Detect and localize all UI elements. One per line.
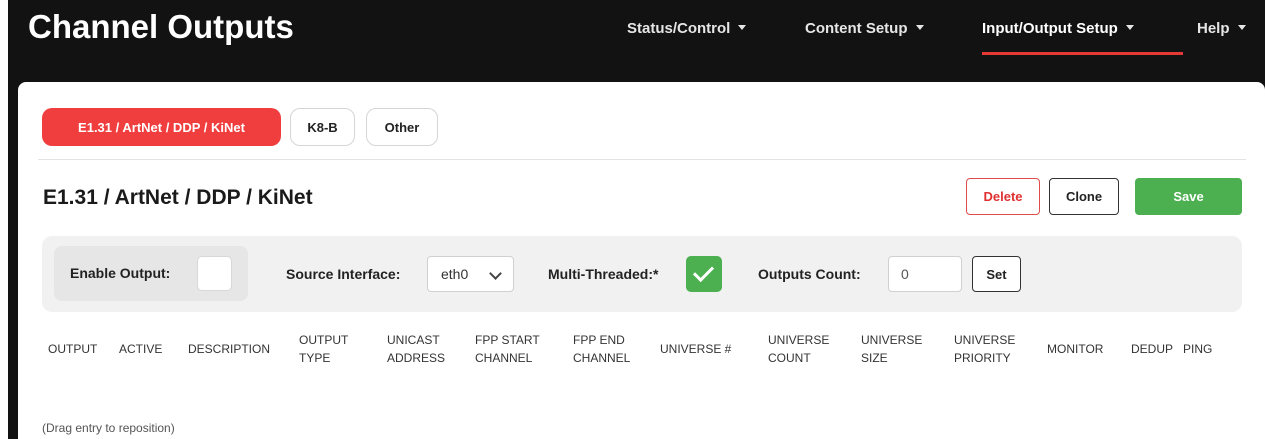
th-dedup[interactable]: DEDUP xyxy=(1131,340,1173,358)
caret-down-icon xyxy=(738,25,747,30)
nav-input-output-setup-label: Input/Output Setup xyxy=(982,20,1118,37)
multi-threaded-label: Multi-Threaded:* xyxy=(548,266,659,282)
nav-input-output-setup[interactable]: Input/Output Setup xyxy=(982,20,1134,37)
multi-threaded-checkbox[interactable] xyxy=(686,256,722,292)
source-interface-label: Source Interface: xyxy=(286,266,401,282)
drag-hint: (Drag entry to reposition) xyxy=(42,421,175,435)
set-button[interactable]: Set xyxy=(972,256,1021,292)
th-fpp-start-channel[interactable]: FPP START CHANNEL xyxy=(475,331,540,367)
clone-button[interactable]: Clone xyxy=(1049,178,1119,215)
source-interface-value: eth0 xyxy=(441,266,469,282)
caret-down-icon xyxy=(915,25,924,30)
nav-help[interactable]: Help xyxy=(1197,20,1246,37)
tab-divider xyxy=(38,159,1246,160)
nav-help-label: Help xyxy=(1197,20,1230,37)
delete-button[interactable]: Delete xyxy=(966,178,1040,215)
th-description[interactable]: DESCRIPTION xyxy=(188,340,270,358)
nav-content-setup-label: Content Setup xyxy=(805,20,908,37)
caret-down-icon xyxy=(1237,25,1246,30)
content-card: E1.31 / ArtNet / DDP / KiNet K8-B Other … xyxy=(18,82,1265,439)
th-ping[interactable]: PING xyxy=(1183,340,1212,358)
output-settings-panel: Enable Output: Source Interface: eth0 Mu… xyxy=(42,236,1242,312)
nav-content-setup[interactable]: Content Setup xyxy=(805,20,924,37)
th-universe-count[interactable]: UNIVERSE COUNT xyxy=(768,331,829,367)
th-universe-size[interactable]: UNIVERSE SIZE xyxy=(861,331,922,367)
nav-status-control[interactable]: Status/Control xyxy=(627,20,747,37)
nav-status-control-label: Status/Control xyxy=(627,20,731,37)
active-nav-indicator xyxy=(982,52,1183,55)
tab-e131-artnet-ddp-kinet[interactable]: E1.31 / ArtNet / DDP / KiNet xyxy=(42,108,281,146)
th-universe-priority[interactable]: UNIVERSE PRIORITY xyxy=(954,331,1015,367)
th-output-type[interactable]: OUTPUT TYPE xyxy=(299,331,348,367)
th-unicast-address[interactable]: UNICAST ADDRESS xyxy=(387,331,445,367)
th-output[interactable]: OUTPUT xyxy=(48,340,97,358)
th-active[interactable]: ACTIVE xyxy=(119,340,162,358)
outputs-count-value: 0 xyxy=(901,266,909,282)
enable-output-checkbox[interactable] xyxy=(197,256,232,291)
outputs-count-label: Outputs Count: xyxy=(758,266,861,282)
outputs-count-input[interactable]: 0 xyxy=(888,256,962,292)
tab-other[interactable]: Other xyxy=(366,108,438,146)
tab-k8-b[interactable]: K8-B xyxy=(290,108,355,146)
enable-output-label: Enable Output: xyxy=(70,265,171,281)
th-fpp-end-channel[interactable]: FPP END CHANNEL xyxy=(573,331,630,367)
th-universe-number[interactable]: UNIVERSE # xyxy=(660,340,731,358)
save-button[interactable]: Save xyxy=(1135,178,1242,215)
caret-down-icon xyxy=(1125,25,1134,30)
section-title: E1.31 / ArtNet / DDP / KiNet xyxy=(43,186,313,209)
checkmark-icon xyxy=(692,260,715,283)
source-interface-select[interactable]: eth0 xyxy=(427,256,514,292)
page-title: Channel Outputs xyxy=(28,8,294,45)
th-monitor[interactable]: MONITOR xyxy=(1047,340,1103,358)
chevron-down-icon xyxy=(489,267,502,280)
